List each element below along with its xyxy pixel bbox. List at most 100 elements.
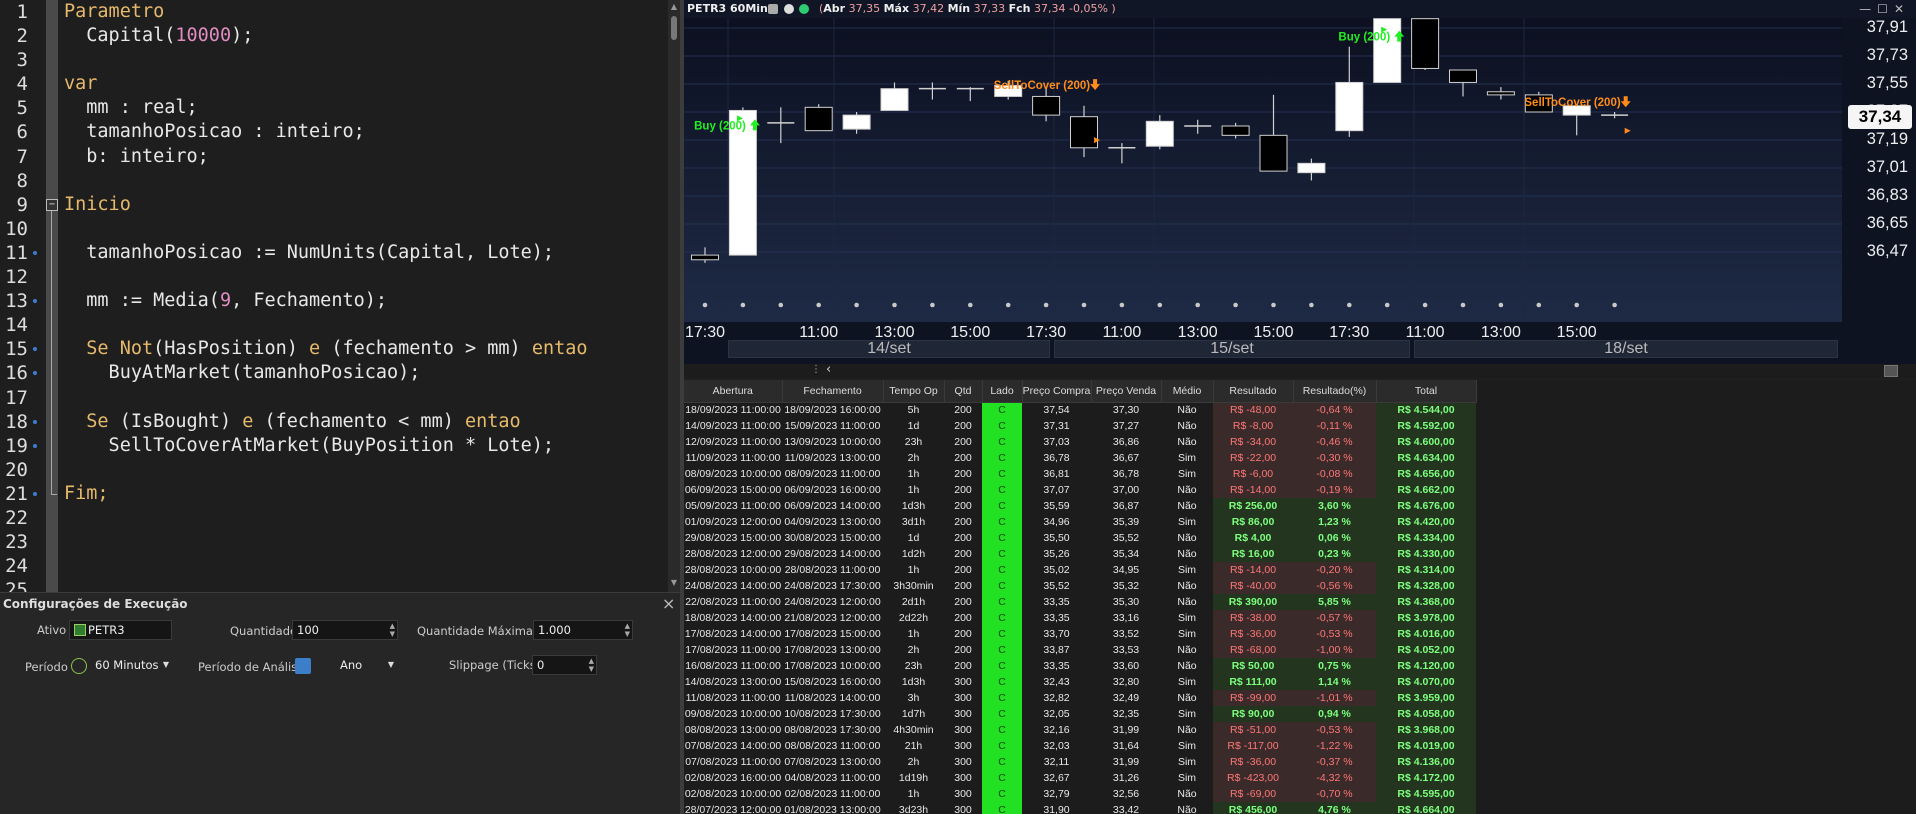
column-header[interactable]: Preço Venda <box>1091 380 1162 403</box>
table-row[interactable]: 07/08/2023 11:00:00 07/08/2023 13:00:00 2h… <box>684 754 1476 770</box>
code-line[interactable]: 15 Se Not(HasPosition) e (fechamento > m… <box>0 337 670 361</box>
code-line[interactable]: 18 Se (IsBought) e (fechamento < mm) ent… <box>0 410 670 434</box>
column-header[interactable]: Resultado(%) <box>1293 380 1377 403</box>
table-row[interactable]: 09/08/2023 10:00:00 10/08/2023 17:30:00 1d… <box>684 706 1476 722</box>
column-header[interactable]: Preço Compra <box>1022 380 1092 403</box>
table-row[interactable]: 11/08/2023 11:00:00 11/08/2023 14:00:00 3h… <box>684 690 1476 706</box>
code-line[interactable]: 21 Fim; <box>0 482 670 506</box>
table-row[interactable]: 29/08/2023 15:00:00 30/08/2023 15:00:00 1d… <box>684 530 1476 546</box>
table-row[interactable]: 08/09/2023 10:00:00 08/09/2023 11:00:00 1h… <box>684 466 1476 482</box>
code-line[interactable]: 16 BuyAtMarket(tamanhoPosicao); <box>0 361 670 385</box>
column-header[interactable]: Total <box>1376 380 1477 403</box>
code-line[interactable]: 4 var <box>0 72 670 96</box>
drag-handle-icon[interactable]: ⋮ <box>811 364 821 375</box>
breakpoint-marker-icon[interactable] <box>33 371 37 376</box>
code-lines[interactable]: 1 Parametro 2 Capital(10000); 3 4 var 5 mm : r… <box>0 0 670 592</box>
table-row[interactable]: 17/08/2023 14:00:00 17/08/2023 15:00:00 1h… <box>684 626 1476 642</box>
spin-arrows-icon[interactable]: ▲ ▼ <box>390 622 395 638</box>
close-icon[interactable]: × <box>662 594 675 613</box>
editor-vertical-scrollbar[interactable]: ▲ ▼ <box>668 0 680 592</box>
code-line[interactable]: 9 − Inicio <box>0 193 670 217</box>
fold-toggle-icon[interactable]: − <box>46 198 58 211</box>
column-header[interactable]: Qtd <box>944 380 983 403</box>
code-line[interactable]: 13 mm := Media(9, Fechamento); <box>0 289 670 313</box>
code-editor[interactable]: 1 Parametro 2 Capital(10000); 3 4 var 5 mm : r… <box>0 0 680 592</box>
table-row[interactable]: 01/09/2023 12:00:00 04/09/2023 13:00:00 3d… <box>684 514 1476 530</box>
chart-symbol[interactable]: PETR3 60Min <box>687 0 768 18</box>
scroll-down-icon[interactable]: ▼ <box>670 578 678 587</box>
periodo-select[interactable]: 60 Minutos ▼ <box>91 656 173 676</box>
table-row[interactable]: 14/08/2023 13:00:00 15/08/2023 16:00:00 1d… <box>684 674 1476 690</box>
table-row[interactable]: 28/08/2023 10:00:00 28/08/2023 11:00:00 1h… <box>684 562 1476 578</box>
spin-arrows-icon[interactable]: ▲ ▼ <box>625 622 630 638</box>
window-controls[interactable]: —☐✕ <box>1859 0 1910 18</box>
breakpoint-marker-icon[interactable] <box>33 250 37 255</box>
time-axis[interactable]: 17:30 11:00 13:00 15:00 17:30 11:00 13:00 15:00… <box>684 322 1842 364</box>
code-line[interactable]: 8 <box>0 169 670 193</box>
quantidade-stepper[interactable]: 100 ▲ ▼ <box>292 620 398 640</box>
table-row[interactable]: 02/08/2023 16:00:00 04/08/2023 11:00:00 1d… <box>684 770 1476 786</box>
code-line[interactable]: 2 Capital(10000); <box>0 24 670 48</box>
column-header[interactable]: Lado <box>982 380 1023 403</box>
price-chart[interactable]: Buy (200) SellToCover (200) Buy (200) SellT… <box>684 0 1916 364</box>
breakpoint-marker-icon[interactable] <box>33 419 37 424</box>
table-row[interactable]: 16/08/2023 11:00:00 17/08/2023 10:00:00 23… <box>684 658 1476 674</box>
table-row[interactable]: 28/08/2023 12:00:00 29/08/2023 14:00:00 1d… <box>684 546 1476 562</box>
table-row[interactable]: 05/09/2023 11:00:00 06/09/2023 14:00:00 1d… <box>684 498 1476 514</box>
table-row[interactable]: 17/08/2023 11:00:00 17/08/2023 13:00:00 2h… <box>684 642 1476 658</box>
code-line[interactable]: 17 <box>0 386 670 410</box>
spin-arrows-icon[interactable]: ▲ ▼ <box>589 657 594 673</box>
code-line[interactable]: 20 <box>0 458 670 482</box>
table-row[interactable]: 18/08/2023 14:00:00 21/08/2023 12:00:00 2d… <box>684 610 1476 626</box>
column-header[interactable]: Resultado <box>1213 380 1294 403</box>
code-line[interactable]: 24 <box>0 554 670 578</box>
price-axis[interactable]: 37,9137,7337,5537,3737,1937,0136,8336,65… <box>1842 18 1916 362</box>
breakpoint-marker-icon[interactable] <box>33 443 37 448</box>
code-line[interactable]: 7 b: inteiro; <box>0 145 670 169</box>
code-line[interactable]: 6 tamanhoPosicao : inteiro; <box>0 120 670 144</box>
table-row[interactable]: 06/09/2023 15:00:00 06/09/2023 16:00:00 1h… <box>684 482 1476 498</box>
breakpoint-marker-icon[interactable] <box>33 491 37 496</box>
table-row[interactable]: 12/09/2023 11:00:00 13/09/2023 10:00:00 23… <box>684 434 1476 450</box>
table-row[interactable]: 14/09/2023 11:00:00 15/09/2023 11:00:00 1d… <box>684 418 1476 434</box>
scroll-box-icon[interactable] <box>1884 365 1898 377</box>
trades-table[interactable]: Abertura Fechamento Tempo Op Qtd Lado Preço C… <box>684 380 1916 814</box>
scrollbar-thumb[interactable] <box>671 16 677 40</box>
code-line[interactable]: 11 tamanhoPosicao := NumUnits(Capital, L… <box>0 241 670 265</box>
periodo-analise-select[interactable]: Ano ▼ <box>316 656 398 676</box>
candlestick-plot[interactable]: Buy (200) SellToCover (200) Buy (200) SellT… <box>684 0 1842 364</box>
code-line[interactable]: 19 SellToCoverAtMarket(BuyPosition * Lot… <box>0 434 670 458</box>
breakpoint-marker-icon[interactable] <box>33 347 37 352</box>
table-row[interactable]: 07/08/2023 14:00:00 08/08/2023 11:00:00 21… <box>684 738 1476 754</box>
table-row[interactable]: 18/09/2023 11:00:00 18/09/2023 16:00:00 5h… <box>684 402 1476 418</box>
chevron-left-icon[interactable]: ‹ <box>826 362 831 377</box>
chart-horizontal-scrollbar[interactable]: ⋮ ‹ <box>684 362 1916 378</box>
settings-icon[interactable] <box>768 4 778 14</box>
qtd-max-stepper[interactable]: 1.000 ▲ ▼ <box>533 620 633 640</box>
scroll-up-icon[interactable]: ▲ <box>670 2 678 11</box>
table-row[interactable]: 28/07/2023 12:00:00 01/08/2023 13:00:00 3d… <box>684 802 1476 814</box>
column-header[interactable]: Tempo Op <box>883 380 945 403</box>
table-row[interactable]: 24/08/2023 14:00:00 24/08/2023 17:30:00 3h… <box>684 578 1476 594</box>
column-header[interactable]: Abertura <box>684 380 783 403</box>
code-line[interactable]: 10 <box>0 217 670 241</box>
code-line[interactable]: 12 <box>0 265 670 289</box>
breakpoint-marker-icon[interactable] <box>33 299 37 304</box>
table-row[interactable]: 11/09/2023 11:00:00 11/09/2023 13:00:00 2h… <box>684 450 1476 466</box>
column-header[interactable]: Médio <box>1161 380 1214 403</box>
code-line[interactable]: 1 Parametro <box>0 0 670 24</box>
code-line[interactable]: 14 <box>0 313 670 337</box>
column-header[interactable]: Fechamento <box>782 380 884 403</box>
ativo-field[interactable]: PETR3 <box>69 620 172 640</box>
code-line[interactable]: 23 <box>0 530 670 554</box>
table-row[interactable]: 08/08/2023 13:00:00 08/08/2023 17:30:00 4h… <box>684 722 1476 738</box>
table-cell: 35,02 <box>1043 564 1070 576</box>
code-line[interactable]: 22 <box>0 506 670 530</box>
slippage-stepper[interactable]: 0 ▲ ▼ <box>532 655 597 675</box>
minus-circle-icon[interactable] <box>784 4 794 14</box>
table-row[interactable]: 22/08/2023 11:00:00 24/08/2023 12:00:00 2d… <box>684 594 1476 610</box>
code-line[interactable]: 25 <box>0 578 670 592</box>
code-line[interactable]: 5 mm : real; <box>0 96 670 120</box>
code-line[interactable]: 3 <box>0 48 670 72</box>
table-row[interactable]: 02/08/2023 10:00:00 02/08/2023 11:00:00 1h… <box>684 786 1476 802</box>
